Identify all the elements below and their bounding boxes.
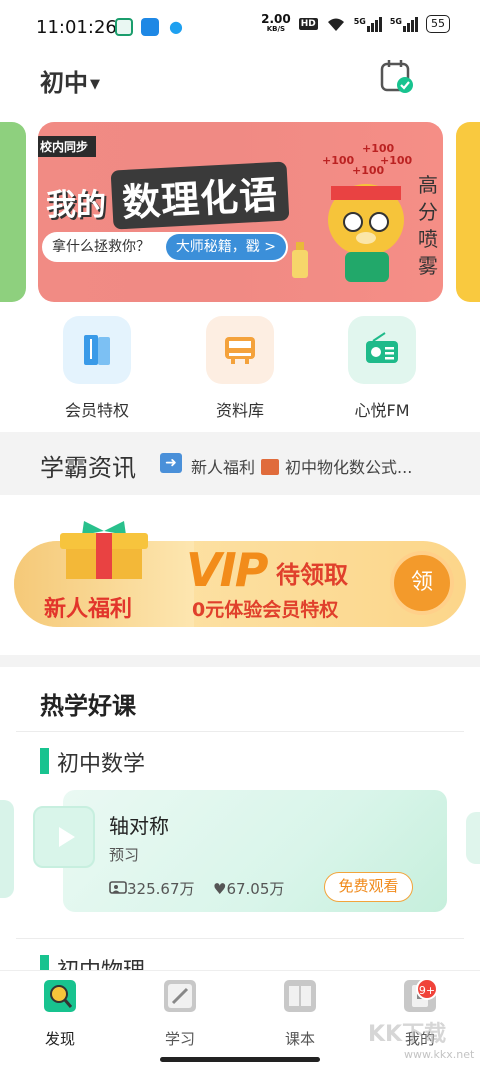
discover-icon bbox=[44, 980, 76, 1012]
tab-label: 发现 bbox=[44, 1030, 75, 1048]
quick-link-library[interactable]: 资料库 bbox=[205, 316, 275, 421]
system-indicators: 2.00 KB/S HD 5G 5G 55 bbox=[261, 12, 450, 34]
quick-link-fm[interactable]: 心悦FM bbox=[347, 316, 417, 421]
library-bus-icon bbox=[206, 316, 274, 384]
quick-link-label: 会员特权 bbox=[64, 401, 129, 420]
vip-subtitle: 0元体验会员特权 bbox=[192, 599, 339, 621]
caret-down-icon: ▼ bbox=[90, 76, 100, 92]
gift-box-icon bbox=[60, 521, 148, 579]
free-watch-button[interactable]: 免费观看 bbox=[324, 872, 413, 902]
spray-bottle-icon bbox=[292, 242, 308, 278]
watermark-brand: KK下载 bbox=[368, 1022, 447, 1047]
banner-prev-slide[interactable] bbox=[0, 122, 26, 302]
banner-action-button[interactable]: 大师秘籍，戳 > bbox=[165, 234, 286, 260]
banner-next-slide[interactable] bbox=[456, 122, 480, 302]
play-icon bbox=[59, 827, 75, 847]
quick-link-member[interactable]: 会员特权 bbox=[62, 316, 132, 421]
study-icon bbox=[164, 980, 196, 1012]
grade-label: 初中 bbox=[40, 69, 88, 97]
play-app-icon bbox=[141, 18, 159, 36]
divider-line bbox=[16, 731, 464, 732]
signal-icon-1: 5G bbox=[353, 16, 382, 32]
banner-side-text: 高分喷雾 bbox=[418, 173, 438, 278]
vip-label: VIP bbox=[186, 543, 268, 597]
wifi-icon bbox=[327, 18, 344, 31]
news-item-2: 初中物化数公式... bbox=[285, 458, 413, 477]
course-title: 轴对称 bbox=[109, 814, 169, 838]
course-likes-count: 67.05万 bbox=[226, 880, 285, 898]
banner-plus-3: +100 bbox=[380, 154, 413, 167]
news-heading: 学霸资讯 bbox=[40, 454, 136, 482]
vip-new-user-label: 新人福利 bbox=[44, 597, 133, 622]
news-item-1: 新人福利 bbox=[191, 458, 256, 477]
tab-textbook[interactable]: 课本 bbox=[260, 979, 340, 1049]
quick-link-label: 心悦FM bbox=[354, 401, 410, 420]
home-indicator[interactable] bbox=[160, 1057, 320, 1062]
bank-app-icon bbox=[115, 18, 133, 36]
notification-badge: 9+ bbox=[416, 978, 438, 1000]
qq-app-icon: ● bbox=[167, 18, 185, 36]
quick-link-label: 资料库 bbox=[215, 401, 264, 420]
hot-courses-heading: 热学好课 bbox=[40, 692, 136, 720]
heart-icon: ♥ bbox=[213, 880, 227, 898]
course-views: 325.67万 bbox=[109, 878, 195, 899]
status-time: 11:01:26 bbox=[36, 17, 117, 38]
course-likes: ♥67.05万 bbox=[213, 878, 284, 899]
banner-plus-2: +100 bbox=[322, 154, 355, 167]
section-math: 初中数学 bbox=[40, 746, 145, 778]
course-views-count: 325.67万 bbox=[127, 880, 195, 898]
tab-discover[interactable]: 发现 bbox=[20, 979, 100, 1049]
lion-mascot-icon bbox=[328, 184, 404, 282]
signal-icon-2: 5G bbox=[389, 16, 418, 32]
banner-tag: 校内同步 bbox=[38, 136, 97, 157]
vip-claim-button[interactable]: 领 bbox=[390, 551, 454, 615]
status-bar: 11:01:26 ● 2.00 KB/S HD 5G 5G 55 bbox=[0, 0, 480, 54]
notification-icons: ● bbox=[115, 18, 185, 36]
net-speed: 2.00 KB/S bbox=[261, 12, 291, 34]
news-items: 新人福利 初中物化数公式... bbox=[191, 454, 412, 478]
promo-banner[interactable]: 校内同步 我的 数理化语 拿什么拯救你？ 大师秘籍，戳 > +100 +100 … bbox=[38, 122, 443, 302]
banner-prompt: 拿什么拯救你？ bbox=[52, 239, 150, 255]
course-prev-peek[interactable] bbox=[0, 800, 14, 898]
course-type: 预习 bbox=[109, 846, 140, 864]
banner-title-main: 数理化语 bbox=[110, 161, 290, 230]
signal-label-1: 5G bbox=[353, 16, 366, 26]
net-speed-value: 2.00 bbox=[261, 12, 291, 26]
course-card[interactable]: 轴对称 预习 325.67万 ♥67.05万 免费观看 bbox=[63, 790, 447, 912]
course-thumbnail[interactable] bbox=[33, 806, 95, 868]
tab-label: 学习 bbox=[164, 1030, 195, 1048]
battery-icon: 55 bbox=[426, 15, 450, 33]
course-next-peek[interactable] bbox=[466, 812, 480, 864]
hd-icon: HD bbox=[298, 18, 318, 30]
grade-selector[interactable]: 初中 ▼ bbox=[40, 63, 100, 98]
textbook-icon bbox=[284, 980, 316, 1012]
member-privilege-icon bbox=[63, 316, 131, 384]
vip-pending-label: 待领取 bbox=[276, 561, 348, 589]
section-accent-bar bbox=[40, 748, 49, 774]
calendar-check-icon[interactable] bbox=[378, 58, 414, 94]
banner-title-prefix: 我的 bbox=[46, 188, 106, 223]
banner-prompt-pill: 拿什么拯救你？ 大师秘籍，戳 > bbox=[42, 232, 288, 262]
arrow-right-icon: ➜ bbox=[160, 453, 182, 473]
signal-label-2: 5G bbox=[389, 16, 402, 26]
section-divider bbox=[0, 655, 480, 667]
news-ticker[interactable]: 学霸资讯 ➜ 新人福利 初中物化数公式... bbox=[0, 432, 480, 495]
viewers-icon bbox=[109, 881, 127, 894]
gift-icon bbox=[261, 459, 280, 475]
vip-promo-banner[interactable]: 新人福利 VIP 待领取 0元体验会员特权 领 bbox=[14, 521, 466, 627]
top-header: 初中 ▼ bbox=[0, 54, 480, 110]
radio-icon bbox=[348, 316, 416, 384]
section-title: 初中数学 bbox=[57, 752, 146, 777]
watermark-url: www.kkx.net bbox=[404, 1048, 475, 1061]
tab-study[interactable]: 学习 bbox=[140, 979, 220, 1049]
divider-line bbox=[16, 938, 464, 939]
tab-label: 课本 bbox=[284, 1030, 315, 1048]
